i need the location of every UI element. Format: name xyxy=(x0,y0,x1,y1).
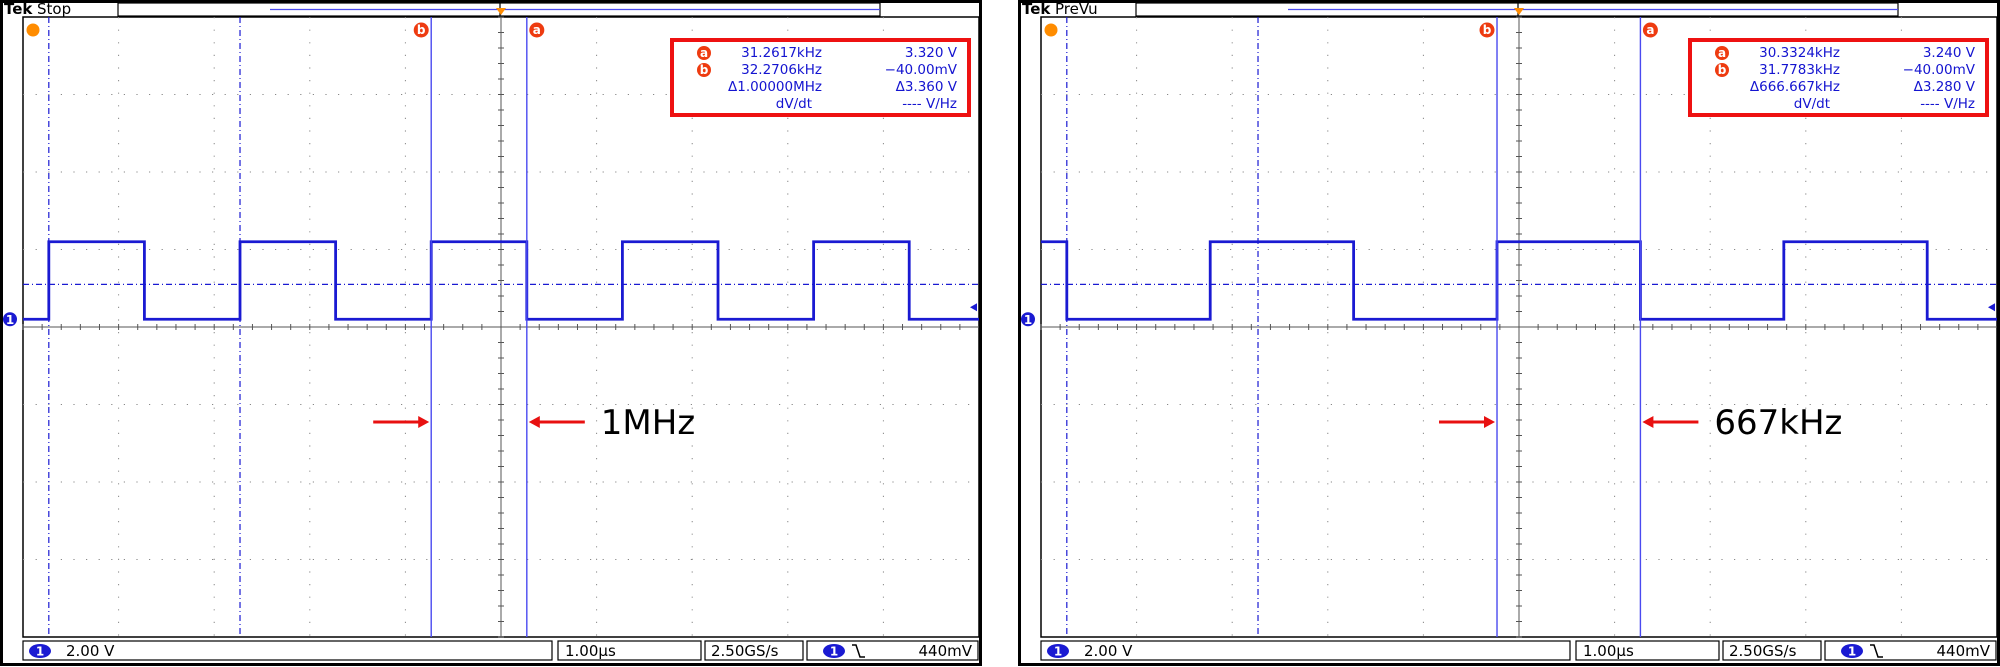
cursor-b-label: b xyxy=(417,23,426,37)
cursor-a-label: a xyxy=(1646,23,1654,37)
readout-a-voltage: 3.320 V xyxy=(905,45,958,61)
volts-per-div: 2.00 V xyxy=(66,642,115,660)
sample-rate: 2.50GS/s xyxy=(711,642,779,660)
readout-delta-voltage: Δ3.360 V xyxy=(896,79,958,95)
scope-panel-2: Tek PreVub a1ab30.3324kHz 3.240 V31.7783kHz… xyxy=(1018,0,2000,666)
readout-a-frequency: 31.2617kHz xyxy=(741,45,822,61)
readout-delta-frequency: Δ1.00000MHz xyxy=(728,79,822,95)
trigger-level: 440mV xyxy=(1936,642,1990,660)
acquisition-status: PreVu xyxy=(1055,0,1098,18)
trigger-position-marker xyxy=(1044,23,1058,37)
time-per-div: 1.00µs xyxy=(565,642,616,660)
readout-b-frequency: 31.7783kHz xyxy=(1759,62,1840,78)
channel-1-marker-label: 1 xyxy=(1024,313,1032,327)
readout-a-symbol-label: a xyxy=(700,46,708,60)
channel-1-marker-label: 1 xyxy=(6,313,14,327)
trigger-channel-label: 1 xyxy=(830,645,838,659)
trigger-level: 440mV xyxy=(918,642,972,660)
tek-logo: Tek xyxy=(1022,0,1051,18)
readout-b-voltage: −40.00mV xyxy=(1903,62,1976,78)
readout-delta-voltage: Δ3.280 V xyxy=(1914,79,1976,95)
sample-rate: 2.50GS/s xyxy=(1729,642,1797,660)
oscilloscope-screenshots: Tek Stopb a1ab31.2617kHz 3.320 V32.2706kHz −… xyxy=(0,0,2000,666)
readout-a-voltage: 3.240 V xyxy=(1923,45,1976,61)
scope-panel-1: Tek Stopb a1ab31.2617kHz 3.320 V32.2706kHz −… xyxy=(0,0,982,666)
readout-rate-value: ---- V/Hz xyxy=(902,96,957,112)
readout-b-voltage: −40.00mV xyxy=(885,62,958,78)
readout-rate-label: dV/dt xyxy=(1794,96,1830,112)
readout-a-frequency: 30.3324kHz xyxy=(1759,45,1840,61)
time-per-div: 1.00µs xyxy=(1583,642,1634,660)
cursor-b-label: b xyxy=(1483,23,1492,37)
readout-b-frequency: 32.2706kHz xyxy=(741,62,822,78)
cursor-a-label: a xyxy=(533,23,541,37)
frequency-annotation: 1MHz xyxy=(601,403,695,443)
volts-per-div: 2.00 V xyxy=(1084,642,1133,660)
readout-b-symbol-label: b xyxy=(1718,63,1727,77)
trigger-position-marker xyxy=(26,23,40,37)
readout-a-symbol-label: a xyxy=(1718,46,1726,60)
acquisition-status: Stop xyxy=(37,0,71,18)
readout-delta-frequency: Δ666.667kHz xyxy=(1750,79,1840,95)
frequency-annotation: 667kHz xyxy=(1714,403,1842,443)
readout-b-symbol-label: b xyxy=(700,63,709,77)
readout-rate-label: dV/dt xyxy=(776,96,812,112)
tek-logo: Tek xyxy=(4,0,33,18)
channel-1-badge-label: 1 xyxy=(36,645,44,659)
readout-rate-value: ---- V/Hz xyxy=(1920,96,1975,112)
trigger-channel-label: 1 xyxy=(1848,645,1856,659)
channel-1-badge-label: 1 xyxy=(1054,645,1062,659)
